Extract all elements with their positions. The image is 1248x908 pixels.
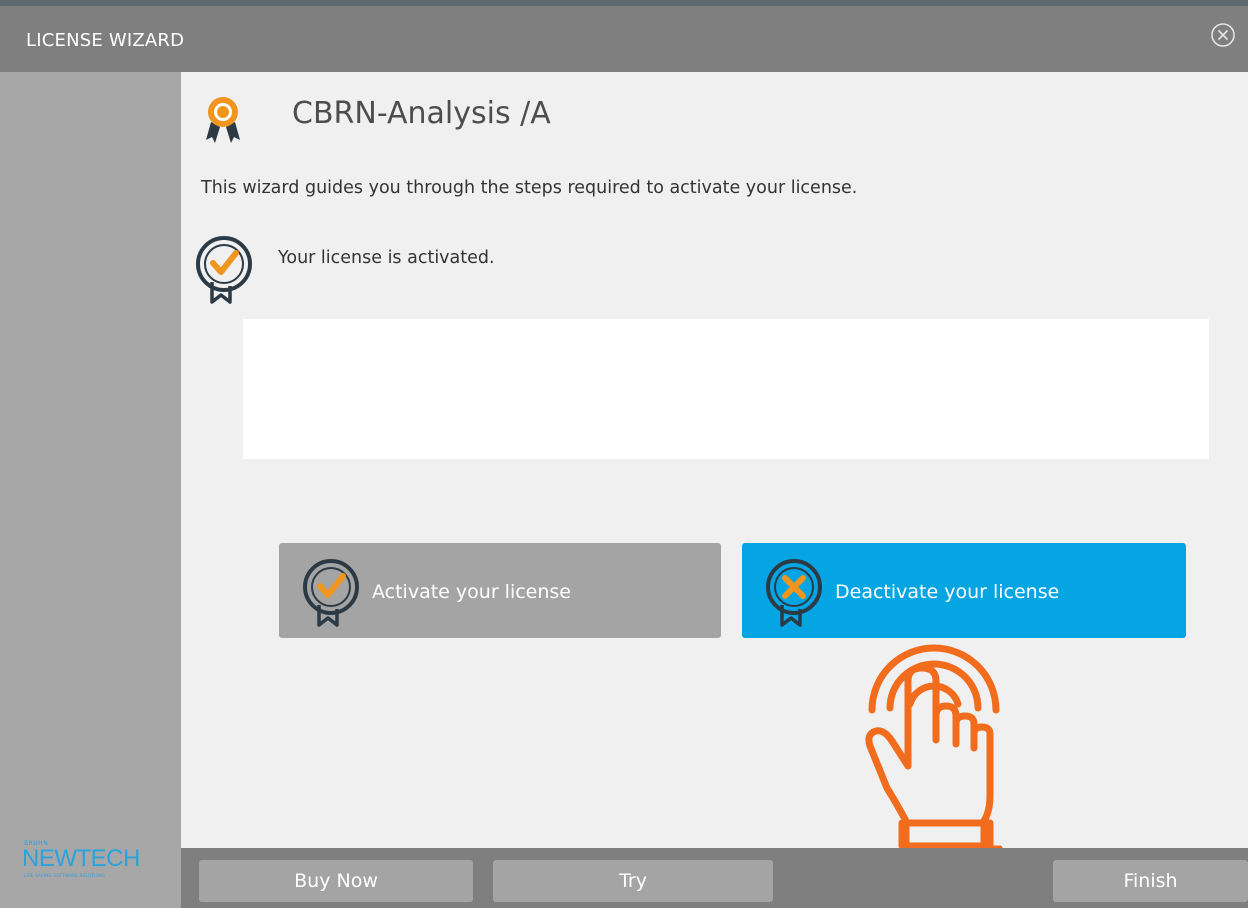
deactivate-license-label: Deactivate your license bbox=[835, 581, 1060, 603]
license-status-text: Your license is activated. bbox=[278, 248, 495, 268]
tap-hand-icon bbox=[865, 644, 1003, 848]
license-wizard-window: LICENSE WIZARD BRUHN NEWTECH LIFE SAVING… bbox=[0, 0, 1248, 908]
activate-license-button[interactable]: Activate your license bbox=[279, 543, 721, 638]
badge-x-icon bbox=[766, 559, 822, 627]
newtech-logo: BRUHN NEWTECH LIFE SAVING SOFTWARE SOLUT… bbox=[22, 840, 140, 878]
badge-check-icon bbox=[303, 559, 359, 627]
finish-button[interactable]: Finish bbox=[1053, 860, 1248, 902]
message-box bbox=[243, 319, 1209, 459]
product-title: CBRN-Analysis /A bbox=[292, 96, 551, 131]
buy-now-button[interactable]: Buy Now bbox=[199, 860, 473, 902]
sidebar bbox=[0, 72, 181, 908]
badge-check-icon bbox=[196, 236, 252, 304]
deactivate-license-button[interactable]: Deactivate your license bbox=[742, 543, 1186, 638]
activate-license-label: Activate your license bbox=[372, 581, 571, 603]
try-button[interactable]: Try bbox=[493, 860, 773, 902]
close-icon[interactable] bbox=[1210, 22, 1236, 48]
window-title: LICENSE WIZARD bbox=[26, 30, 185, 51]
award-ribbon-icon bbox=[206, 97, 240, 143]
title-bar: LICENSE WIZARD bbox=[0, 6, 1248, 72]
intro-text: This wizard guides you through the steps… bbox=[201, 178, 858, 198]
